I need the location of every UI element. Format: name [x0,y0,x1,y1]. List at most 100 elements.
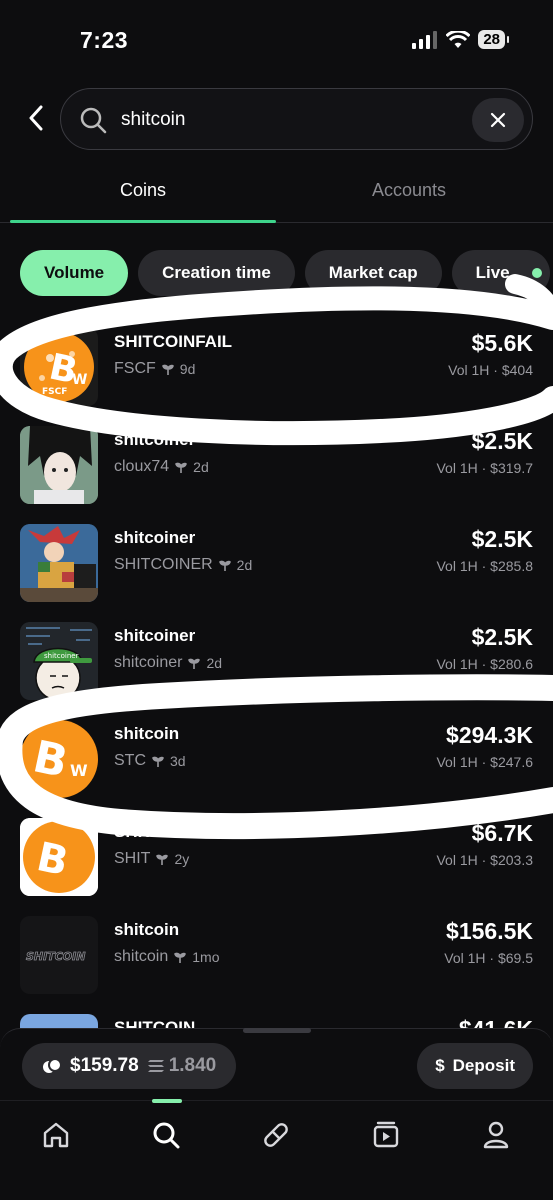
search-icon [80,107,107,134]
orange-bitcoin-circle-icon: B [20,818,98,896]
coin-volume: Vol 1H · $203.3 [436,852,533,868]
sprout-icon [152,756,164,767]
coin-sub: STC 3d [114,752,186,770]
wallet-bar: $159.78 1.840 $ Deposit [0,1028,553,1100]
svg-text:shitcoiner: shitcoiner [44,652,79,660]
search-box[interactable] [60,88,533,150]
wifi-icon [446,30,471,48]
video-icon[interactable] [366,1115,406,1155]
solana-icon [147,1060,164,1072]
coin-sub: SHIT 2y [114,850,189,868]
usd-balance: $159.78 [70,1055,139,1076]
coin-age: 2d [236,557,253,573]
coin-market-cap: $41.6K [459,1016,533,1028]
coin-name: shitcoiner [114,626,196,645]
coin-age: 2y [174,851,190,867]
coin-name: shitcoin [114,724,180,743]
coin-ticker: SHIT [114,850,151,867]
coin-volume: Vol 1H · $319.7 [436,460,533,476]
close-icon [490,112,506,128]
coin-name: shitcoiner [114,528,196,547]
coin-name: shitcoiner [114,430,196,449]
search-icon[interactable] [146,1115,186,1155]
coin-row[interactable]: shitcoiner shitcoiner shitcoiner 2d $2.5… [0,614,553,712]
sol-balance: 1.840 [168,1055,217,1076]
chip-creation-time[interactable]: Creation time [138,250,295,296]
coin-ticker: STC [114,752,146,769]
coin-market-cap: $5.6K [471,330,533,356]
coin-ticker: SHITCOINER [114,556,213,573]
coin-row[interactable]: shitcoiner cloux74 2d $2.5K Vol 1H · $31… [0,418,553,516]
wojak-green-cap-avatar: shitcoiner [20,622,98,700]
blue-partial-avatar [20,1014,98,1028]
back-button[interactable] [20,102,52,134]
coin-sub: shitcoiner 2d [114,654,222,672]
sprout-icon [218,560,231,571]
clear-search-button[interactable] [472,98,524,142]
coin-volume: Vol 1H · $247.6 [436,754,533,770]
signal-icon [412,30,438,49]
svg-text:W: W [72,372,87,388]
chip-live[interactable]: Live [451,250,550,296]
active-nav-indicator [152,1099,182,1103]
coin-sub: SHITCOINER 2d [114,556,252,574]
svg-text:W: W [70,761,88,780]
chevron-left-icon [29,105,43,131]
pill-icon[interactable] [256,1115,296,1155]
coin-volume: Vol 1H · $285.8 [436,558,533,574]
coin-age: 1mo [192,949,220,965]
balance-pill[interactable]: $159.78 1.840 [22,1043,237,1089]
status-time: 7:23 [80,27,129,53]
sprout-icon [188,658,201,669]
status-icons: 28 [412,30,509,49]
svg-text:FSCF: FSCF [42,387,67,397]
profile-icon[interactable] [476,1115,516,1155]
coin-age: 3d [170,753,186,769]
battery-indicator: 28 [478,30,509,49]
chip-market-cap[interactable]: Market cap [304,250,442,296]
coin-market-cap: $2.5K [471,624,533,650]
coin-sub: cloux74 2d [114,458,209,476]
search-input[interactable] [121,105,441,135]
tab-bar: Coins Accounts [0,170,553,224]
status-bar: 7:23 28 [0,0,553,80]
coin-sub: shitcoin 1mo [114,948,219,966]
coins-icon [43,1058,62,1073]
coin-volume: Vol 1H · $404 [448,362,533,378]
sprout-icon [175,462,188,473]
dollar-icon: $ [435,1056,445,1075]
deposit-label: Deposit [452,1056,515,1075]
coin-row[interactable]: shitcoiner SHITCOINER 2d $2.5K Vol 1H · … [0,516,553,614]
coin-row[interactable]: SHITCOIN shitcoin shitcoin 1mo $156.5K V… [0,908,553,1006]
tab-coins[interactable]: Coins [0,180,286,201]
coin-list: B W FSCF SHITCOINFAIL FSCF 9d $5.6K Vol … [0,320,553,1028]
shitcoin-text-logo: SHITCOIN [20,916,98,994]
sort-chips: Volume Creation time Market cap Live [20,250,550,296]
coin-name: SHITCOINFAIL [114,332,233,351]
deposit-button[interactable]: $ Deposit [417,1043,533,1089]
sprout-icon [161,364,174,375]
coin-row[interactable]: B W FSCF SHITCOINFAIL FSCF 9d $5.6K Vol … [0,320,553,418]
coin-market-cap: $294.3K [446,722,533,748]
coin-market-cap: $2.5K [471,428,533,454]
anime-character-avatar [20,426,98,504]
coin-ticker: shitcoin [114,948,169,965]
coin-name: SHITCOIN [114,1018,196,1028]
coin-market-cap: $156.5K [446,918,533,944]
home-icon[interactable] [36,1115,76,1155]
orange-bitcoin-circle-icon: B W [20,720,98,798]
live-dot-icon [531,268,542,278]
bottom-nav [0,1099,553,1200]
coin-volume: Vol 1H · $69.5 [444,950,533,966]
coin-row[interactable]: B SHITCOIN SHIT 2y $6.7K Vol 1H · $203.3 [0,810,553,908]
sprout-icon [156,854,169,865]
drag-handle[interactable] [243,1028,311,1033]
svg-text:SHITCOIN: SHITCOIN [26,950,85,963]
coin-name: shitcoin [114,920,180,939]
search-row [0,88,553,150]
coin-age: 9d [179,361,196,377]
coin-row[interactable]: B W shitcoin STC 3d $294.3K Vol 1H · $24… [0,712,553,810]
tab-accounts[interactable]: Accounts [276,180,542,201]
chip-volume[interactable]: Volume [20,250,129,296]
coin-row[interactable]: SHITCOIN $41.6K [0,1006,553,1028]
